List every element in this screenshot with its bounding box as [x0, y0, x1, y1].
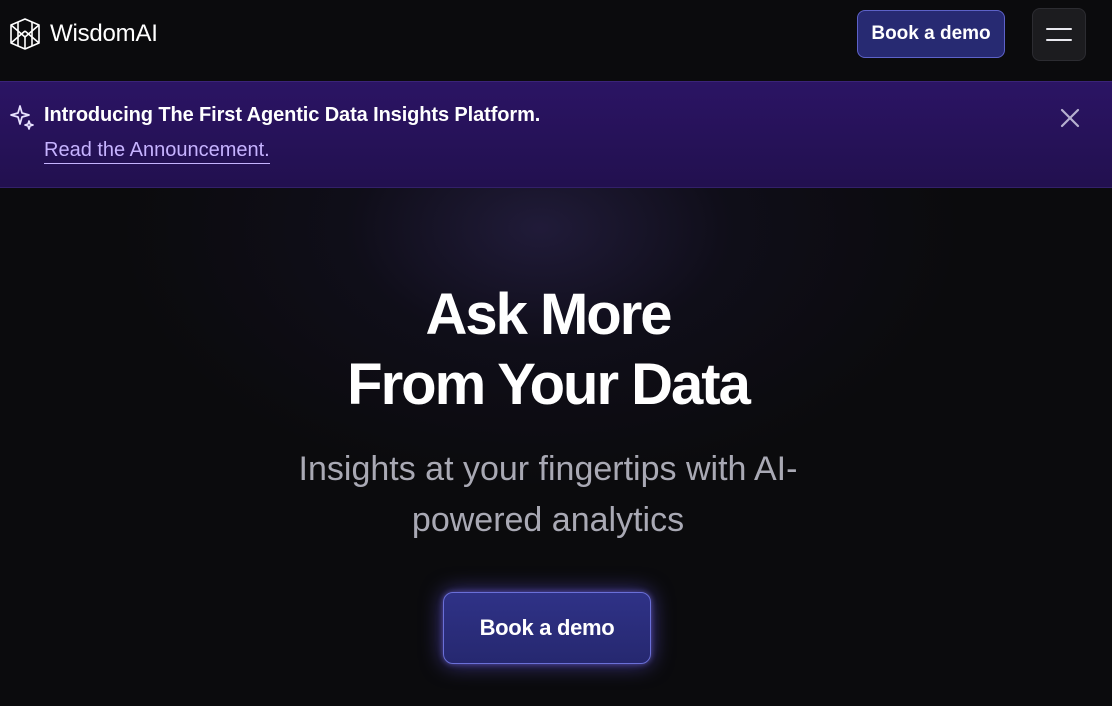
hero-title-line: Ask More — [425, 282, 672, 347]
book-demo-hero-button[interactable]: Book a demo — [443, 592, 651, 664]
close-icon — [1060, 108, 1080, 128]
hero-title-line: From Your Data — [347, 352, 751, 417]
announcement-banner: Introducing The First Agentic Data Insig… — [0, 81, 1112, 188]
menu-button[interactable] — [1032, 8, 1086, 61]
hero-section: Ask More From Your Data Insights at your… — [0, 188, 1112, 706]
hero-subtitle-line: Insights at your fingertips with AI- — [298, 450, 798, 488]
announcement-title: Introducing The First Agentic Data Insig… — [44, 104, 541, 126]
hero-subtitle-line: powered analytics — [411, 501, 685, 539]
wisdomai-logo-icon — [10, 18, 40, 50]
brand-name: WisdomAI — [50, 20, 158, 47]
close-banner-button[interactable] — [1056, 104, 1084, 132]
read-announcement-link[interactable]: Read the Announcement. — [44, 139, 270, 164]
brand-logo-link[interactable]: WisdomAI — [8, 16, 158, 52]
hero-subtitle: Insights at your fingertips with AI- pow… — [0, 444, 1096, 546]
hero-title: Ask More From Your Data — [0, 280, 1096, 420]
page: WisdomAI Book a demo Introducing The Fir… — [0, 0, 1112, 706]
sparkle-icon — [10, 105, 34, 130]
book-demo-nav-button[interactable]: Book a demo — [857, 10, 1005, 58]
hamburger-menu-icon — [1046, 28, 1072, 30]
top-navigation: WisdomAI Book a demo — [0, 0, 1112, 81]
hamburger-menu-icon-line — [1046, 39, 1072, 41]
